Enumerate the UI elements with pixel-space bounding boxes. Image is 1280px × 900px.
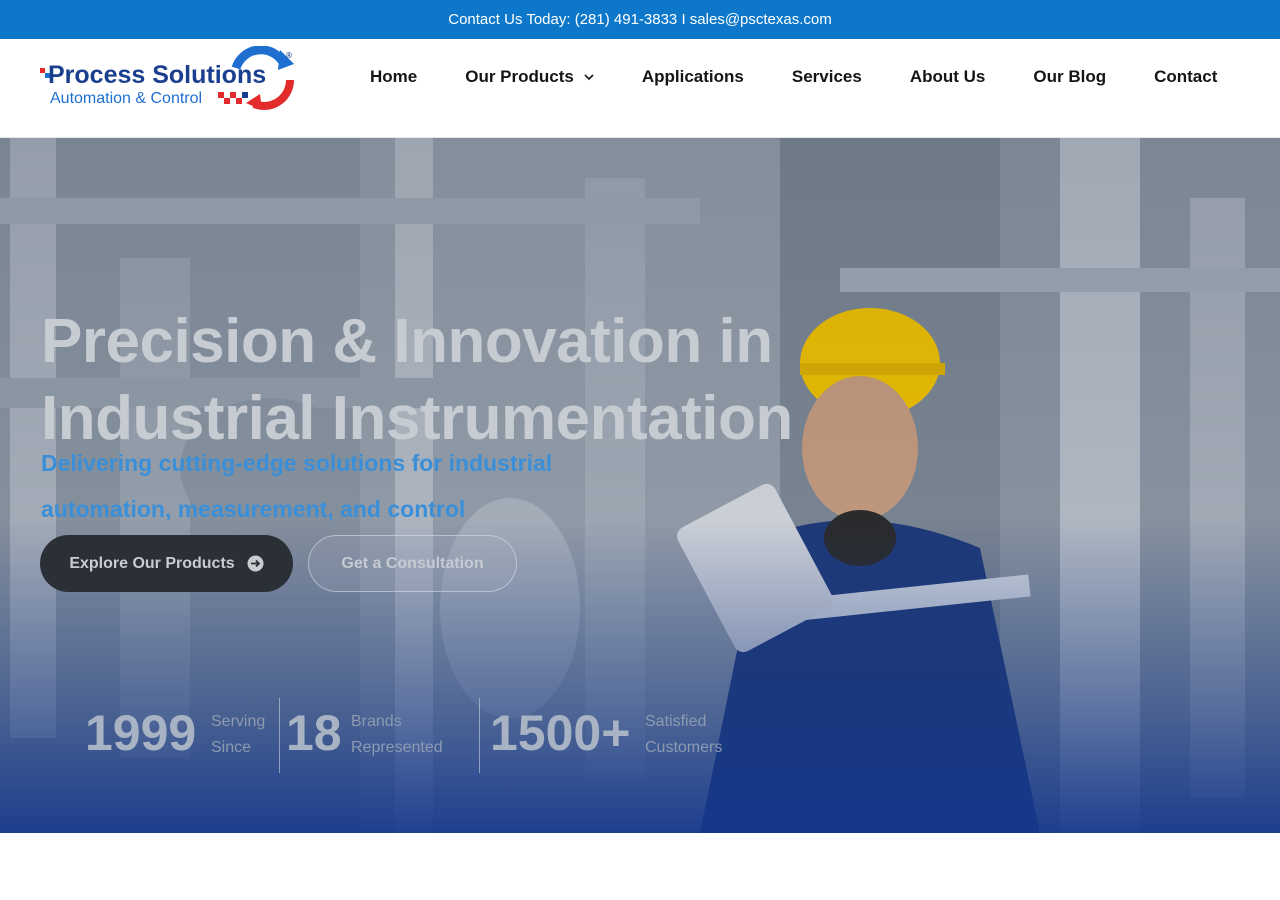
stat-label-line1: Satisfied xyxy=(645,713,707,730)
nav-our-products[interactable]: Our Products xyxy=(441,67,618,87)
hero-title: Precision & Innovation in Industrial Ins… xyxy=(41,303,801,457)
contact-phone-link[interactable]: (281) 491-3833 xyxy=(575,11,678,28)
explore-products-label: Explore Our Products xyxy=(69,554,235,572)
stat-label-line1: Serving xyxy=(211,713,266,730)
nav-applications-label: Applications xyxy=(641,67,744,86)
explore-products-button[interactable]: Explore Our Products xyxy=(40,535,293,592)
nav-home-label: Home xyxy=(370,67,418,86)
stat-label-line2: Customers xyxy=(645,739,723,756)
stats-row: 1999 Serving Since 18 Brands Represented… xyxy=(0,693,800,783)
site-header: Process Solutions Automation & Control ®… xyxy=(0,39,1280,138)
stat-value: 18 xyxy=(286,705,342,761)
stat-label-line2: Since xyxy=(211,739,252,756)
get-consultation-label: Get a Consultation xyxy=(341,554,484,572)
stat-label: Brands Represented xyxy=(351,709,443,761)
contact-email-link[interactable]: sales@psctexas.com xyxy=(690,11,832,28)
logo-brand-text: Process Solutions xyxy=(48,61,266,89)
logo-tagline-text: Automation & Control xyxy=(50,90,202,107)
site-logo[interactable]: Process Solutions Automation & Control ® xyxy=(40,45,296,110)
get-consultation-button[interactable]: Get a Consultation xyxy=(308,535,517,592)
contact-topbar: Contact Us Today: (281) 491-3833 I sales… xyxy=(0,0,1280,39)
contact-prefix: Contact Us Today: xyxy=(448,11,575,28)
nav-about-label: About Us xyxy=(909,67,986,86)
chevron-down-icon xyxy=(584,74,594,81)
logo-graphic: Process Solutions Automation & Control ® xyxy=(40,45,294,110)
stat-divider xyxy=(279,698,280,773)
nav-services[interactable]: Services xyxy=(768,67,886,87)
arrow-circle-right-icon xyxy=(247,555,264,572)
stat-label-line1: Brands xyxy=(351,713,402,730)
nav-contact[interactable]: Contact xyxy=(1130,67,1241,87)
stat-label: Satisfied Customers xyxy=(645,709,722,761)
hero-section: Precision & Innovation in Industrial Ins… xyxy=(0,138,1280,833)
contact-separator: I xyxy=(677,11,690,28)
stat-value: 1999 xyxy=(85,705,197,761)
stat-divider xyxy=(479,698,480,773)
stat-label-line2: Represented xyxy=(351,739,443,756)
nav-about-us[interactable]: About Us xyxy=(886,67,1010,87)
nav-applications[interactable]: Applications xyxy=(618,67,768,87)
logo-registered-mark: ® xyxy=(285,51,293,60)
nav-our-blog[interactable]: Our Blog xyxy=(1009,67,1130,87)
main-nav: Home Our Products Applications Services … xyxy=(346,65,1241,89)
nav-home[interactable]: Home xyxy=(346,67,441,87)
stat-label: Serving Since xyxy=(211,709,265,761)
nav-blog-label: Our Blog xyxy=(1033,67,1107,86)
nav-services-label: Services xyxy=(791,67,862,86)
stat-value: 1500+ xyxy=(490,705,631,761)
hero-title-line1: Precision & Innovation in xyxy=(41,307,773,376)
nav-products-label: Our Products xyxy=(465,67,574,86)
nav-contact-label: Contact xyxy=(1154,67,1218,86)
hero-subtitle: Delivering cutting-edge solutions for in… xyxy=(41,450,553,522)
